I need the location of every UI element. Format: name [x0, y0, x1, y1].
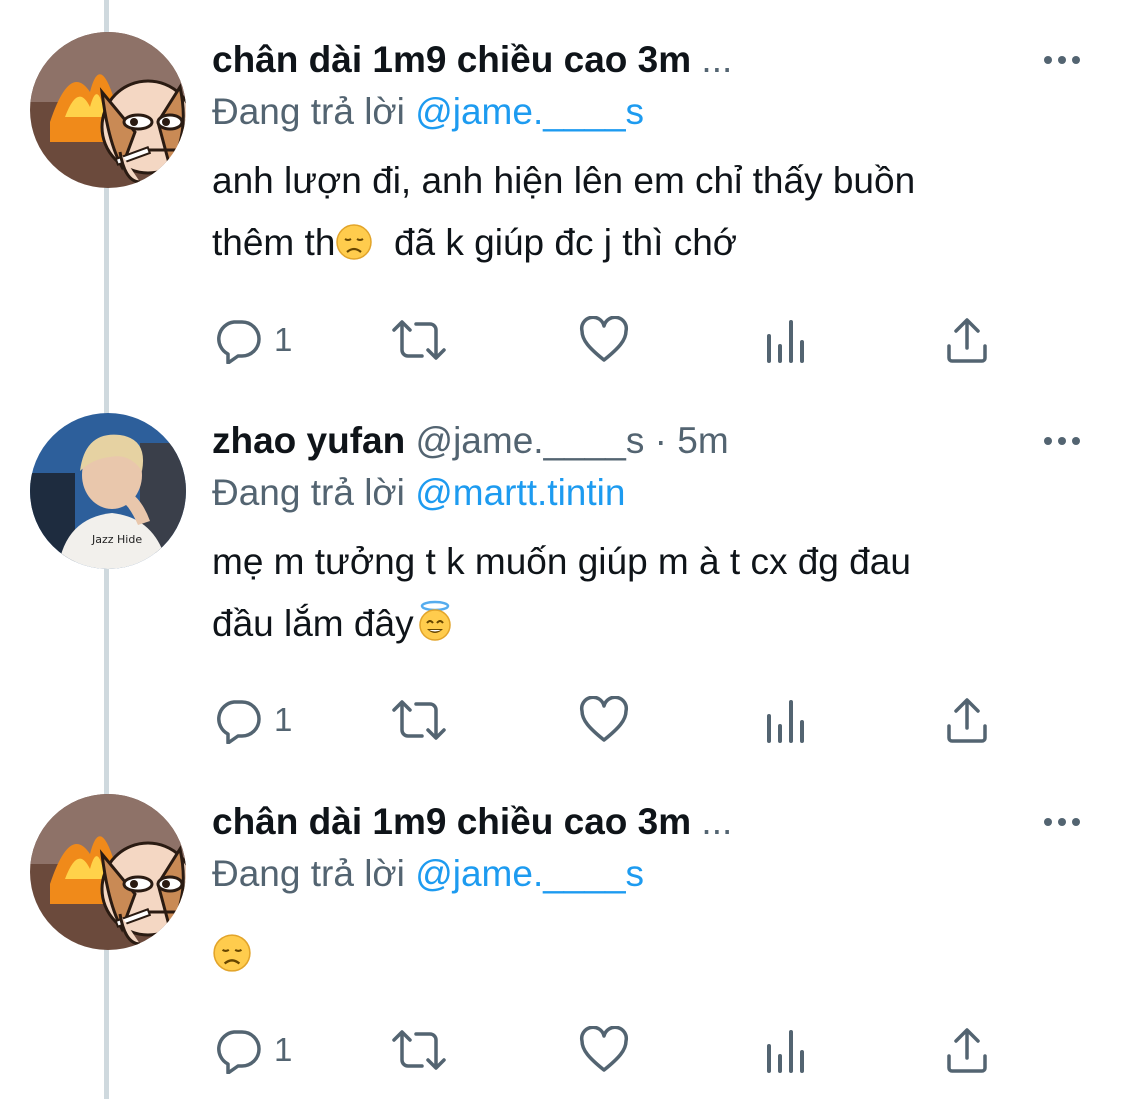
- share-button[interactable]: [944, 692, 990, 748]
- tweet-text-segment: đầu lắm đây: [212, 603, 414, 644]
- reply-icon: [217, 700, 261, 744]
- views-button[interactable]: [766, 1022, 808, 1078]
- reply-icon: [217, 320, 261, 364]
- tweet-text-segment: thêm th: [212, 222, 336, 263]
- reply-icon: [217, 1030, 261, 1074]
- share-icon: [947, 698, 987, 743]
- like-button[interactable]: [579, 1022, 629, 1078]
- retweet-icon: [392, 700, 446, 740]
- replying-label: Đang trả lời: [212, 853, 405, 894]
- tweet-text: anh lượn đi, anh hiện lên em chỉ thấy bu…: [212, 150, 1092, 274]
- views-button[interactable]: [766, 692, 808, 748]
- tweet-text-line: thêm th đã k giúp đc j thì chớ: [212, 212, 1092, 274]
- timestamp[interactable]: 5m: [677, 420, 728, 461]
- tweet-header: chân dài 1m9 chiều cao 3m ...: [212, 38, 732, 82]
- tweet-text: [212, 930, 1092, 992]
- action-bar: 1: [0, 312, 1125, 368]
- replying-label: Đang trả lời: [212, 472, 405, 513]
- truncation: ...: [701, 39, 733, 80]
- username[interactable]: @jame.____s: [416, 420, 645, 461]
- share-button[interactable]: [944, 1022, 990, 1078]
- views-icon: [767, 320, 804, 363]
- like-icon: [579, 1026, 629, 1072]
- reply-button[interactable]: 1: [214, 1022, 292, 1078]
- disappointed-face-icon: [213, 934, 251, 972]
- retweet-icon: [392, 320, 446, 360]
- display-name[interactable]: chân dài 1m9 chiều cao 3m: [212, 39, 691, 80]
- truncation: ...: [701, 801, 733, 842]
- reply-button[interactable]: 1: [214, 312, 292, 368]
- display-name[interactable]: zhao yufan: [212, 420, 405, 461]
- svg-text:Jazz Hide: Jazz Hide: [91, 533, 142, 546]
- action-bar: 1: [0, 1022, 1125, 1078]
- tweet-header: chân dài 1m9 chiều cao 3m ...: [212, 800, 732, 844]
- retweet-icon: [392, 1030, 446, 1070]
- action-bar: 1: [0, 692, 1125, 748]
- disappointed-face-icon: [336, 224, 373, 260]
- retweet-button[interactable]: [390, 1022, 448, 1078]
- replying-to: Đang trả lời @jame.____s: [212, 90, 644, 134]
- replying-to: Đang trả lời @jame.____s: [212, 852, 644, 896]
- tweet-header: zhao yufan @jame.____s · 5m: [212, 419, 729, 463]
- mention-link[interactable]: @jame.____s: [415, 91, 644, 132]
- separator: ·: [654, 420, 667, 461]
- replying-label: Đang trả lời: [212, 91, 405, 132]
- reply-count: 1: [274, 321, 293, 358]
- like-button[interactable]: [579, 312, 629, 368]
- smiling-face-with-halo-icon: [418, 600, 451, 641]
- avatar[interactable]: [30, 794, 186, 950]
- share-button[interactable]: [944, 312, 990, 368]
- more-icon[interactable]: [1042, 431, 1082, 451]
- tweet-text-segment: đã k giúp đc j thì chớ: [373, 222, 738, 263]
- mention-link[interactable]: @jame.____s: [415, 853, 644, 894]
- display-name[interactable]: chân dài 1m9 chiều cao 3m: [212, 801, 691, 842]
- share-icon: [947, 1028, 987, 1073]
- reply-button[interactable]: 1: [214, 692, 292, 748]
- reply-count: 1: [274, 1031, 293, 1068]
- views-icon: [767, 700, 804, 743]
- avatar[interactable]: Jazz Hide: [30, 413, 186, 569]
- tweet-text-line: đầu lắm đây: [212, 593, 1092, 655]
- replying-to: Đang trả lời @martt.tintin: [212, 471, 625, 515]
- reply-count: 1: [274, 701, 293, 738]
- tweet-text: mẹ m tưởng t k muốn giúp m à t cx đg đau…: [212, 531, 1092, 655]
- views-button[interactable]: [766, 312, 808, 368]
- tweet-text-line: anh lượn đi, anh hiện lên em chỉ thấy bu…: [212, 160, 916, 201]
- retweet-button[interactable]: [390, 692, 448, 748]
- avatar[interactable]: [30, 32, 186, 188]
- more-icon[interactable]: [1042, 50, 1082, 70]
- tweet-text-line: mẹ m tưởng t k muốn giúp m à t cx đg đau: [212, 541, 911, 582]
- share-icon: [947, 318, 987, 363]
- views-icon: [767, 1030, 804, 1073]
- retweet-button[interactable]: [390, 312, 448, 368]
- more-icon[interactable]: [1042, 812, 1082, 832]
- like-icon: [579, 316, 629, 362]
- like-button[interactable]: [579, 692, 629, 748]
- like-icon: [579, 696, 629, 742]
- mention-link[interactable]: @martt.tintin: [415, 472, 625, 513]
